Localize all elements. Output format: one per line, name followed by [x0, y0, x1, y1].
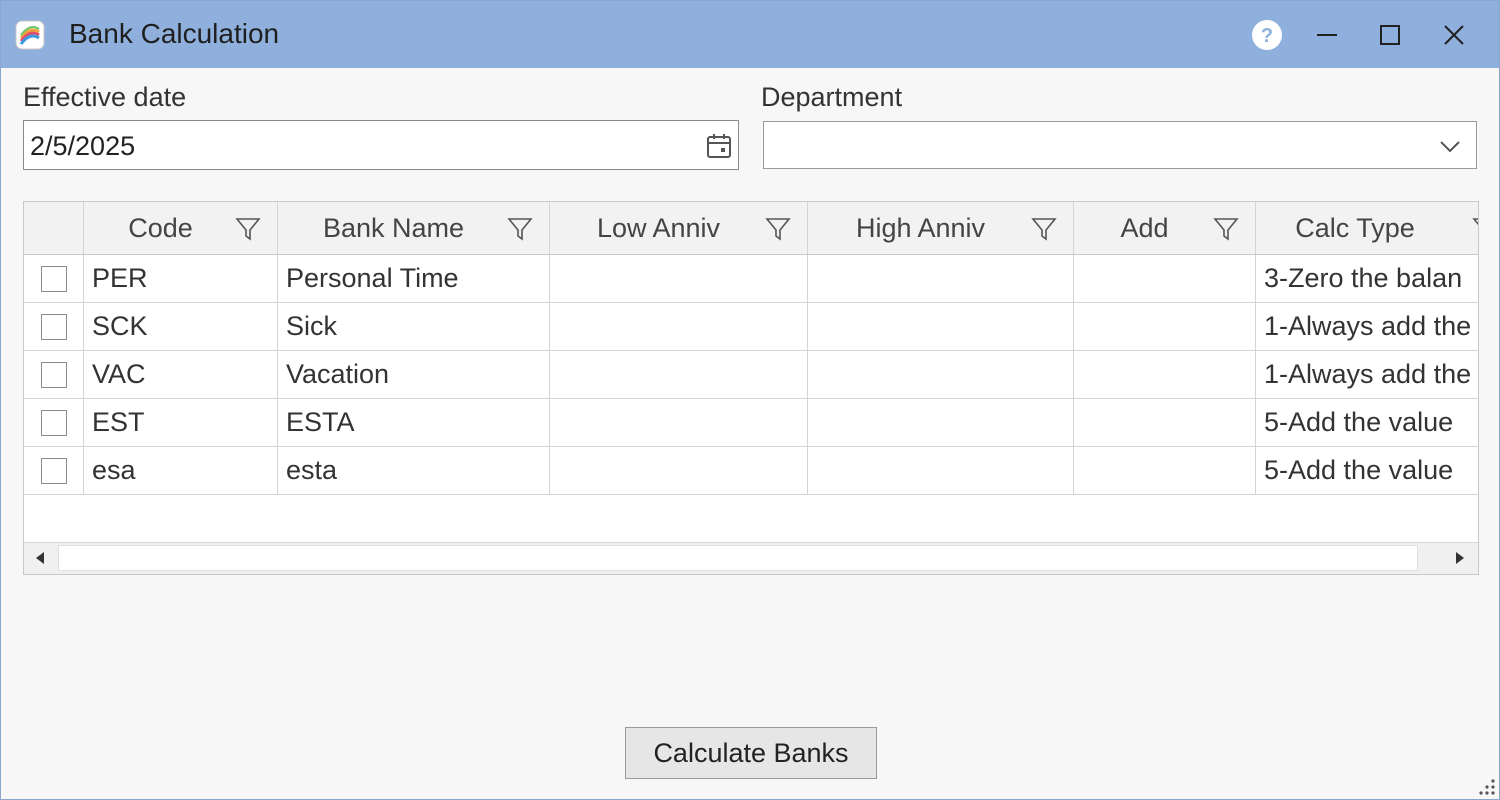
row-checkbox[interactable] [41, 314, 67, 340]
question-circle-icon: ? [1252, 20, 1282, 50]
code-cell: SCK [84, 303, 278, 350]
header-bank-name-label: Bank Name [322, 212, 465, 243]
high-anniv-cell [808, 303, 1074, 350]
filter-icon[interactable] [765, 216, 791, 242]
add-cell [1074, 303, 1256, 350]
high-anniv-cell [808, 399, 1074, 446]
filter-icon[interactable] [1472, 216, 1479, 242]
department-label: Department [761, 82, 903, 112]
low-anniv-cell [550, 255, 808, 302]
row-checkbox[interactable] [41, 458, 67, 484]
code-cell: esa [84, 447, 278, 494]
row-select-cell [24, 255, 84, 302]
add-cell [1074, 351, 1256, 398]
add-cell [1074, 447, 1256, 494]
effective-date-input[interactable]: 2/5/2025 [23, 120, 739, 170]
chevron-down-icon[interactable] [1438, 136, 1462, 156]
table-row[interactable]: VAC Vacation 1-Always add the [24, 351, 1478, 399]
bank-grid: Code Bank Name Low Anniv High Anniv Add [23, 201, 1479, 575]
filter-icon[interactable] [235, 216, 261, 242]
header-code-label: Code [128, 212, 193, 243]
department-select[interactable] [763, 121, 1477, 169]
calc-type-cell: 5-Add the value [1264, 407, 1454, 437]
scrollbar-thumb[interactable] [58, 545, 1418, 571]
table-row[interactable]: esa esta 5-Add the value [24, 447, 1478, 495]
calc-type-cell: 5-Add the value [1264, 455, 1454, 485]
low-anniv-cell [550, 447, 808, 494]
calc-type-cell: 3-Zero the balan [1264, 263, 1463, 293]
maximize-button[interactable] [1370, 15, 1410, 55]
effective-date-label: Effective date [23, 82, 187, 112]
horizontal-scrollbar[interactable] [24, 542, 1478, 574]
header-calc-type-label: Calc Type [1295, 212, 1415, 243]
scroll-right-arrow-icon[interactable] [1452, 550, 1468, 566]
title-bar[interactable]: Bank Calculation ? [1, 1, 1499, 68]
high-anniv-cell [808, 351, 1074, 398]
close-button[interactable] [1434, 15, 1474, 55]
calendar-icon[interactable] [706, 133, 732, 159]
high-anniv-cell [808, 255, 1074, 302]
scroll-left-arrow-icon[interactable] [32, 550, 48, 566]
bank-name-cell: Vacation [278, 351, 550, 398]
svg-text:?: ? [1261, 25, 1273, 47]
calc-type-cell: 1-Always add the [1264, 359, 1472, 389]
bank-calculation-window: Bank Calculation ? Effective date 2/5/20… [0, 0, 1500, 800]
header-high-anniv[interactable]: High Anniv [808, 202, 1074, 254]
app-icon [15, 20, 45, 50]
minimize-icon [1317, 34, 1337, 36]
calc-type-cell: 1-Always add the [1264, 311, 1472, 341]
header-low-anniv[interactable]: Low Anniv [550, 202, 808, 254]
header-select-column [24, 202, 84, 254]
high-anniv-cell [808, 447, 1074, 494]
resize-grip-icon[interactable] [1475, 775, 1497, 797]
grid-header-row: Code Bank Name Low Anniv High Anniv Add [24, 202, 1479, 255]
calculate-banks-button[interactable]: Calculate Banks [625, 727, 877, 779]
header-high-anniv-label: High Anniv [855, 212, 986, 243]
header-calc-type[interactable]: Calc Type [1256, 202, 1479, 254]
code-cell: EST [84, 399, 278, 446]
table-row[interactable]: EST ESTA 5-Add the value [24, 399, 1478, 447]
window-title: Bank Calculation [69, 18, 280, 49]
row-checkbox[interactable] [41, 410, 67, 436]
header-code[interactable]: Code [84, 202, 278, 254]
filter-icon[interactable] [1031, 216, 1057, 242]
header-low-anniv-label: Low Anniv [596, 212, 721, 243]
row-select-cell [24, 303, 84, 350]
row-select-cell [24, 447, 84, 494]
code-cell: VAC [84, 351, 278, 398]
row-select-cell [24, 399, 84, 446]
bank-name-cell: ESTA [278, 399, 550, 446]
row-select-cell [24, 351, 84, 398]
low-anniv-cell [550, 351, 808, 398]
maximize-icon [1380, 25, 1400, 45]
header-bank-name[interactable]: Bank Name [278, 202, 550, 254]
bank-name-cell: Personal Time [278, 255, 550, 302]
table-row[interactable]: SCK Sick 1-Always add the [24, 303, 1478, 351]
table-row[interactable]: PER Personal Time 3-Zero the balan [24, 255, 1478, 303]
filter-icon[interactable] [507, 216, 533, 242]
row-checkbox[interactable] [41, 362, 67, 388]
filter-icon[interactable] [1213, 216, 1239, 242]
add-cell [1074, 399, 1256, 446]
header-add[interactable]: Add [1074, 202, 1256, 254]
close-icon [1444, 25, 1464, 45]
effective-date-value: 2/5/2025 [30, 131, 136, 161]
bank-name-cell: esta [278, 447, 550, 494]
add-cell [1074, 255, 1256, 302]
row-checkbox[interactable] [41, 266, 67, 292]
code-cell: PER [84, 255, 278, 302]
help-button[interactable]: ? [1247, 15, 1287, 55]
minimize-button[interactable] [1307, 15, 1347, 55]
low-anniv-cell [550, 303, 808, 350]
header-add-label: Add [1120, 212, 1169, 243]
low-anniv-cell [550, 399, 808, 446]
bank-name-cell: Sick [278, 303, 550, 350]
